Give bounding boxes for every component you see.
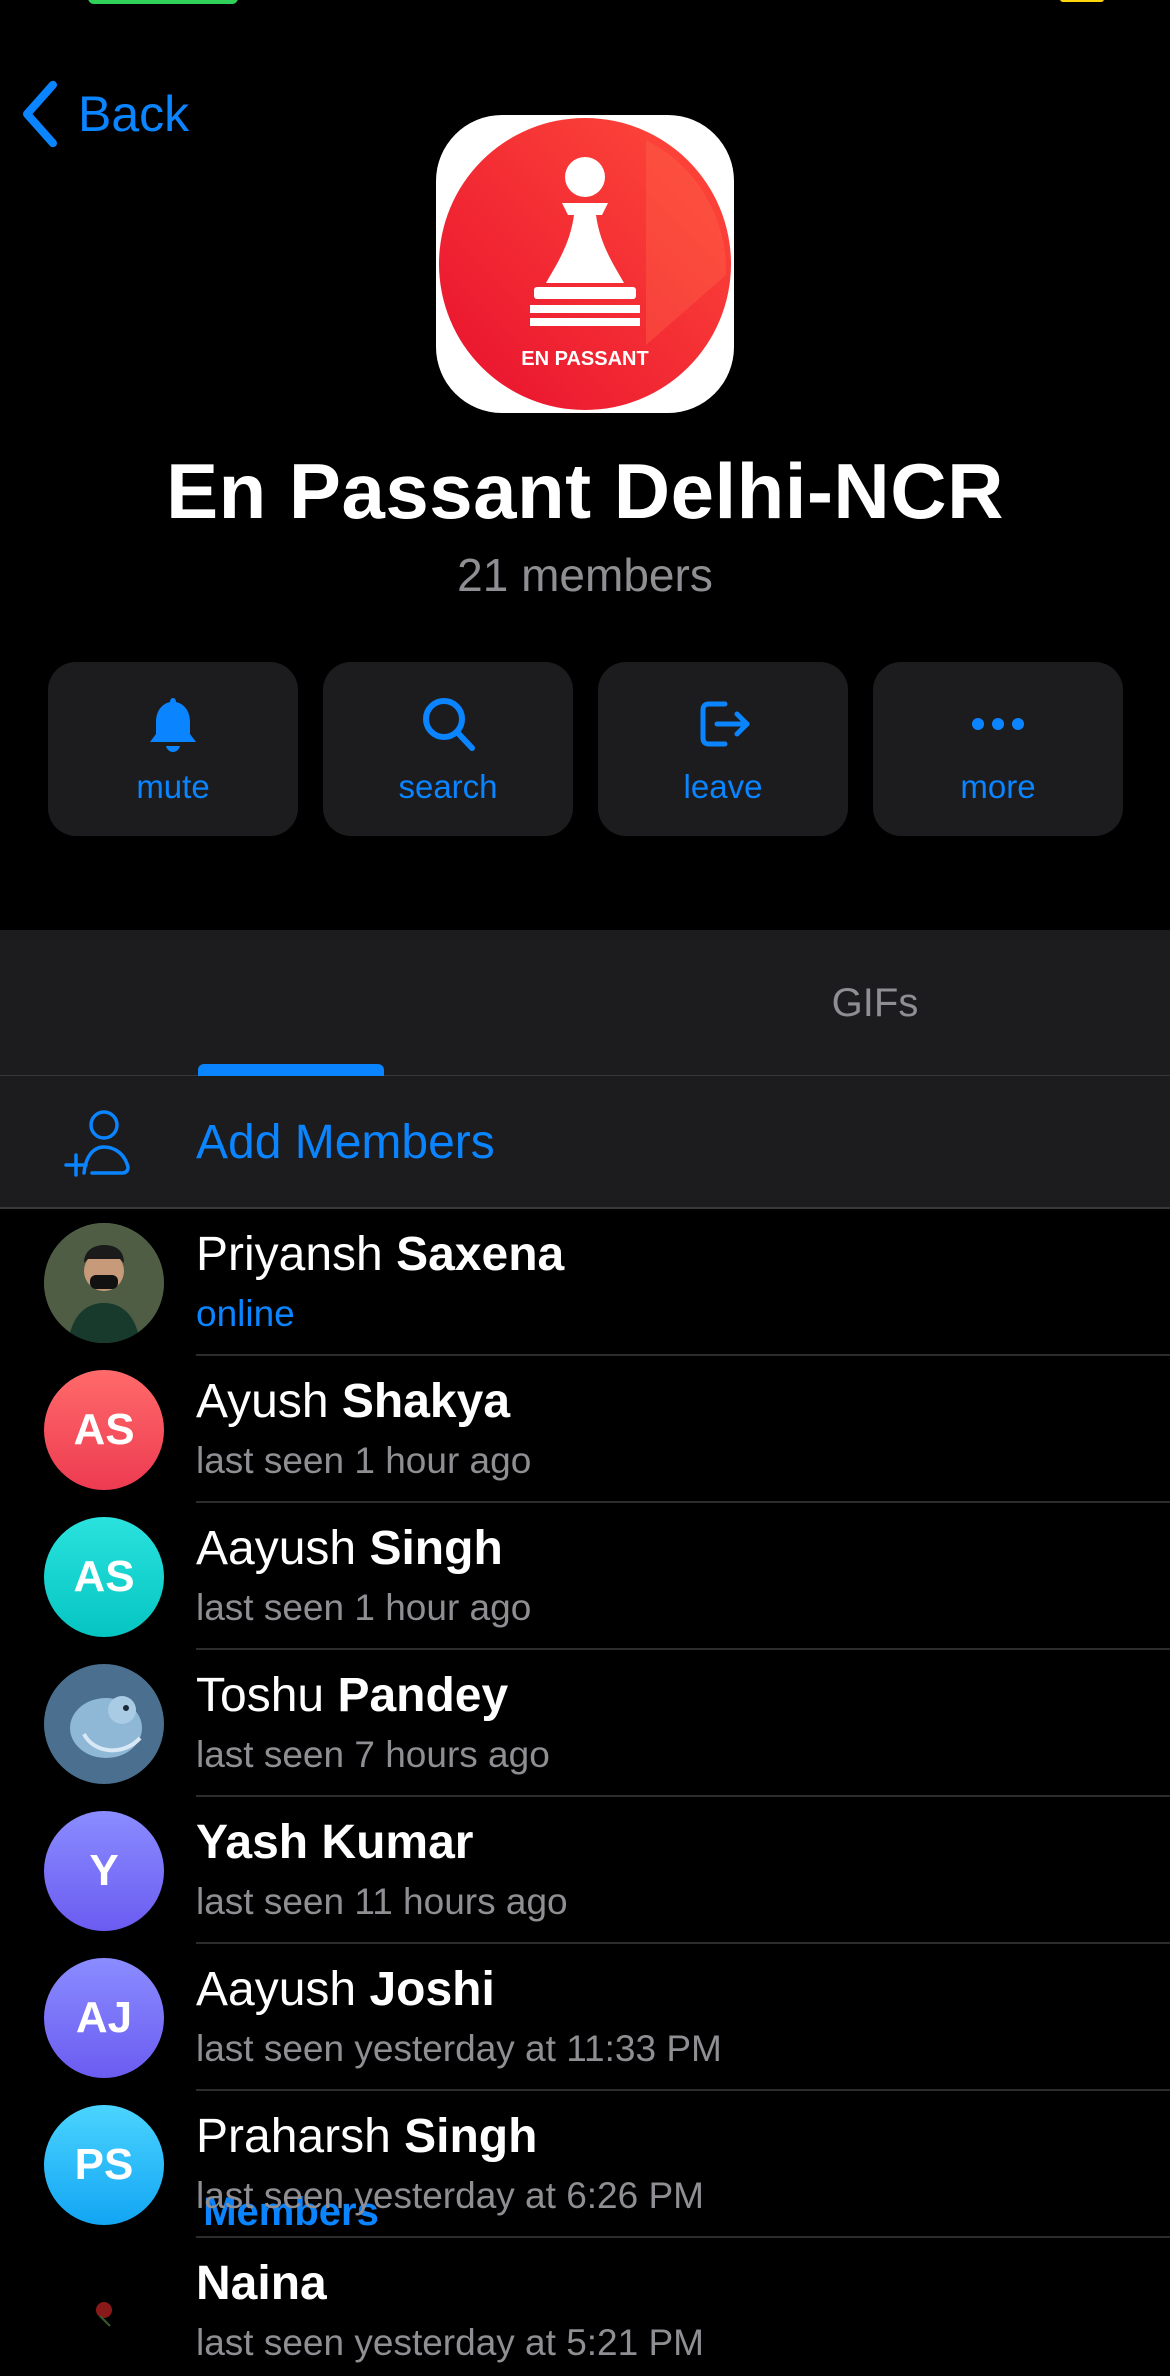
avatar: PS bbox=[44, 2105, 164, 2225]
member-status: last seen 11 hours ago bbox=[196, 1881, 568, 1922]
logo-text: EN PASSANT bbox=[521, 348, 648, 370]
member-status: last seen 1 hour ago bbox=[196, 1587, 532, 1628]
avatar bbox=[44, 2252, 164, 2372]
avatar: AS bbox=[44, 1370, 164, 1490]
members-section: Members GIFs Add Members bbox=[0, 930, 1170, 2234]
member-name: Priyansh Saxena bbox=[196, 1228, 565, 1281]
member-name: Yash Kumar bbox=[196, 1816, 474, 1869]
status-bar-battery bbox=[1060, 0, 1104, 2]
back-button[interactable]: Back bbox=[20, 80, 189, 148]
mute-label: mute bbox=[136, 768, 210, 805]
avatar: Y bbox=[44, 1811, 164, 1931]
avatar bbox=[44, 1223, 164, 1343]
leave-icon bbox=[700, 701, 750, 747]
member-row[interactable]: Y Yash Kumar last seen 11 hours ago bbox=[0, 1797, 1170, 1944]
bird-photo bbox=[44, 1664, 164, 1784]
member-name: Praharsh Singh bbox=[196, 2110, 538, 2163]
action-bar: mute search leave more bbox=[48, 662, 1123, 836]
avatar: AS bbox=[44, 1517, 164, 1637]
mute-button[interactable]: mute bbox=[48, 662, 298, 836]
more-icon bbox=[972, 718, 1024, 730]
member-row[interactable]: Naina last seen yesterday at 5:21 PM bbox=[0, 2238, 1170, 2376]
leave-label: leave bbox=[683, 768, 763, 805]
avatar bbox=[44, 1664, 164, 1784]
member-row[interactable]: AS Ayush Shakya last seen 1 hour ago bbox=[0, 1356, 1170, 1503]
more-button[interactable]: more bbox=[873, 662, 1123, 836]
member-count: 21 members bbox=[457, 549, 713, 601]
member-status: last seen 7 hours ago bbox=[196, 1734, 550, 1775]
status-bar-call-indicator bbox=[88, 0, 238, 4]
member-row[interactable]: PS Praharsh Singh last seen yesterday at… bbox=[0, 2091, 1170, 2238]
tab-bar: Members GIFs bbox=[0, 930, 1170, 2234]
bell-icon bbox=[150, 698, 196, 752]
member-row[interactable]: Priyansh Saxena online bbox=[0, 1209, 1170, 1356]
tab-indicator bbox=[198, 1064, 384, 1076]
tab-gifs[interactable]: GIFs bbox=[770, 930, 980, 1076]
search-button[interactable]: search bbox=[323, 662, 573, 836]
leave-button[interactable]: leave bbox=[598, 662, 848, 836]
member-row[interactable]: Toshu Pandey last seen 7 hours ago bbox=[0, 1650, 1170, 1797]
member-name: Ayush Shakya bbox=[196, 1375, 511, 1428]
search-icon bbox=[423, 698, 475, 751]
member-status: last seen 1 hour ago bbox=[196, 1440, 532, 1481]
person-photo bbox=[44, 1223, 164, 1343]
member-name: Naina bbox=[196, 2257, 327, 2310]
member-status: last seen yesterday at 6:26 PM bbox=[196, 2175, 704, 2216]
rose-photo bbox=[44, 2252, 164, 2372]
member-row[interactable]: AJ Aayush Joshi last seen yesterday at 1… bbox=[0, 1944, 1170, 2091]
search-label: search bbox=[398, 768, 498, 805]
add-members-label: Add Members bbox=[196, 1115, 495, 1169]
member-list: Priyansh Saxena online AS Ayush Shakya l… bbox=[0, 1209, 1170, 2376]
back-label: Back bbox=[78, 86, 190, 142]
member-name: Aayush Singh bbox=[196, 1522, 503, 1575]
member-name: Aayush Joshi bbox=[196, 1963, 495, 2016]
add-user-icon bbox=[64, 1110, 130, 1177]
group-title: En Passant Delhi-NCR bbox=[166, 447, 1004, 535]
member-status: online bbox=[196, 1293, 295, 1334]
chevron-left-icon bbox=[23, 80, 57, 148]
group-avatar[interactable]: EN PASSANT bbox=[436, 115, 734, 413]
member-name: Toshu Pandey bbox=[196, 1669, 509, 1722]
add-members-button[interactable]: Add Members bbox=[0, 1077, 1170, 1207]
member-row[interactable]: AS Aayush Singh last seen 1 hour ago bbox=[0, 1503, 1170, 1650]
more-label: more bbox=[960, 768, 1036, 805]
avatar: AJ bbox=[44, 1958, 164, 2078]
member-status: last seen yesterday at 11:33 PM bbox=[196, 2028, 722, 2069]
member-status: last seen yesterday at 5:21 PM bbox=[196, 2322, 704, 2363]
chess-pawn-logo: EN PASSANT bbox=[439, 118, 731, 410]
